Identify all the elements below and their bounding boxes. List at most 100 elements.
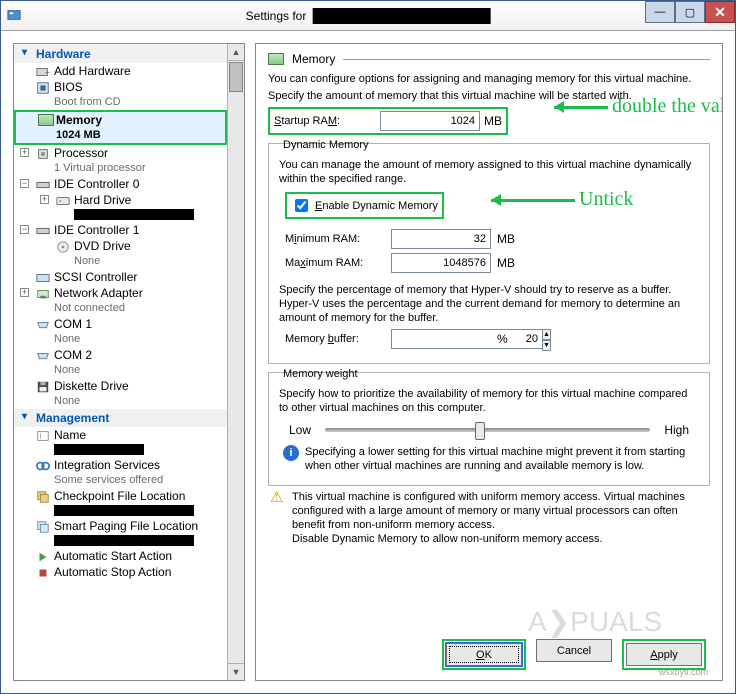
dynamic-desc: You can manage the amount of memory assi…: [279, 158, 699, 186]
enable-dynamic-checkbox[interactable]: [295, 199, 308, 212]
nav-memory[interactable]: Memory 1024 MB: [14, 110, 227, 145]
intro-text: You can configure options for assigning …: [268, 72, 710, 86]
dialog-buttons: OK Cancel Apply: [442, 639, 706, 670]
nav-label: Smart Paging File Location: [54, 519, 198, 533]
apply-button[interactable]: Apply: [626, 643, 702, 666]
enable-dynamic-label: Enable Dynamic Memory: [315, 200, 438, 212]
redacted-name: [54, 444, 144, 455]
nav-sublabel: None: [54, 364, 80, 376]
nav-com1[interactable]: COM 1 None: [14, 316, 227, 347]
nav-autostart[interactable]: Automatic Start Action: [14, 548, 227, 564]
chip-icon: [36, 81, 50, 95]
category-hardware[interactable]: Hardware: [14, 45, 227, 63]
nav-diskette[interactable]: Diskette Drive None: [14, 378, 227, 409]
nav-label: Add Hardware: [54, 64, 131, 78]
nav-sublabel: Boot from CD: [54, 96, 121, 108]
scroll-up-icon[interactable]: ▲: [228, 44, 244, 61]
redacted-path: [54, 535, 194, 546]
nav-integration[interactable]: Integration Services Some services offer…: [14, 457, 227, 488]
mb-unit: MB: [497, 256, 515, 270]
memory-icon: [38, 114, 52, 128]
uniform-memory-warning: This virtual machine is configured with …: [292, 490, 708, 546]
expand-icon[interactable]: +: [20, 288, 29, 297]
integration-icon: [36, 459, 50, 473]
spin-down-icon[interactable]: ▼: [542, 340, 551, 351]
spin-up-icon[interactable]: ▲: [542, 329, 551, 340]
nav-sublabel: None: [54, 395, 80, 407]
nav-scsi[interactable]: SCSI Controller: [14, 269, 227, 285]
nav-com2[interactable]: COM 2 None: [14, 347, 227, 378]
tree-scrollbar[interactable]: ▲ ▼: [227, 44, 244, 680]
nav-label: SCSI Controller: [54, 270, 137, 284]
scroll-down-icon[interactable]: ▼: [228, 663, 244, 680]
redacted-path: [74, 209, 194, 220]
nav-ide0[interactable]: − IDE Controller 0: [14, 176, 227, 192]
nav-ide1[interactable]: − IDE Controller 1: [14, 222, 227, 238]
nav-label: Diskette Drive: [54, 379, 129, 393]
memory-panel: A❯PUALS wsxbyti.com Memory You can confi…: [255, 43, 723, 681]
hard-drive-icon: [56, 194, 70, 208]
nav-tree[interactable]: Hardware + Add Hardware BIOS Boot from C…: [14, 44, 227, 680]
slider-thumb[interactable]: [475, 422, 485, 440]
nav-processor[interactable]: + Processor 1 Virtual processor: [14, 145, 227, 176]
nav-hard-drive[interactable]: + Hard Drive: [14, 192, 227, 222]
annotation-double: double the value: [548, 95, 723, 118]
nav-bios[interactable]: BIOS Boot from CD: [14, 79, 227, 110]
nav-tree-pane: Hardware + Add Hardware BIOS Boot from C…: [13, 43, 245, 681]
nav-smartpaging[interactable]: Smart Paging File Location: [14, 518, 227, 548]
scroll-thumb[interactable]: [229, 62, 243, 92]
collapse-icon[interactable]: −: [20, 179, 29, 188]
maximize-button[interactable]: ▢: [675, 1, 705, 23]
buffer-desc: Specify the percentage of memory that Hy…: [279, 283, 699, 325]
serial-port-icon: [36, 349, 50, 363]
nav-network[interactable]: + Network Adapter Not connected: [14, 285, 227, 316]
arrow-left-icon: [485, 196, 575, 204]
expand-icon[interactable]: +: [40, 195, 49, 204]
collapse-icon[interactable]: −: [20, 225, 29, 234]
pct-unit: %: [497, 332, 508, 346]
nav-checkpoint[interactable]: Checkpoint File Location: [14, 488, 227, 518]
ok-button[interactable]: OK: [446, 643, 522, 666]
max-ram-label: Maximum RAM:: [285, 257, 385, 269]
nav-label: Checkpoint File Location: [54, 489, 185, 503]
nav-label: BIOS: [54, 80, 83, 94]
expand-icon[interactable]: +: [20, 148, 29, 157]
nav-label: IDE Controller 0: [54, 177, 139, 191]
cancel-button[interactable]: Cancel: [536, 639, 612, 662]
buffer-spinner[interactable]: ▲▼: [391, 329, 491, 349]
dynamic-memory-group: Dynamic Memory You can manage the amount…: [268, 143, 710, 364]
redacted-path: [54, 505, 194, 516]
close-button[interactable]: ✕: [705, 1, 735, 23]
nav-label: COM 2: [54, 348, 92, 362]
mb-unit: MB: [497, 232, 515, 246]
min-ram-input[interactable]: [391, 229, 491, 249]
highlight-enable: Enable Dynamic Memory: [285, 192, 444, 219]
panel-header-row: Memory: [268, 52, 710, 66]
arrow-left-icon: [548, 103, 608, 111]
processor-icon: [36, 147, 50, 161]
mb-unit: MB: [484, 114, 502, 128]
scsi-icon: [36, 271, 50, 285]
network-icon: [36, 287, 50, 301]
weight-slider[interactable]: [325, 428, 650, 432]
nav-autostop[interactable]: Automatic Stop Action: [14, 564, 227, 580]
category-management[interactable]: Management: [14, 409, 227, 427]
nav-add-hardware[interactable]: + Add Hardware: [14, 63, 227, 79]
buffer-input[interactable]: [391, 329, 542, 349]
memory-icon: [268, 53, 284, 65]
warning-icon: ⚠: [270, 490, 286, 506]
buffer-label: Memory buffer:: [285, 333, 385, 345]
highlight-startup: SStartup RAM:tartup RAM: MB: [268, 107, 508, 135]
svg-text:I: I: [40, 434, 42, 441]
settings-window: Settings for — ▢ ✕ Hardware + Add Hardwa…: [0, 0, 736, 694]
max-ram-input[interactable]: [391, 253, 491, 273]
startup-ram-input[interactable]: [380, 111, 480, 131]
nav-dvd[interactable]: DVD Drive None: [14, 238, 227, 269]
nav-label: Hard Drive: [74, 193, 131, 207]
autostop-icon: [36, 566, 50, 580]
annotation-untick: Untick: [485, 188, 633, 211]
nav-label: IDE Controller 1: [54, 223, 139, 237]
nav-label: COM 1: [54, 317, 92, 331]
minimize-button[interactable]: —: [645, 1, 675, 23]
nav-name[interactable]: I Name: [14, 427, 227, 457]
